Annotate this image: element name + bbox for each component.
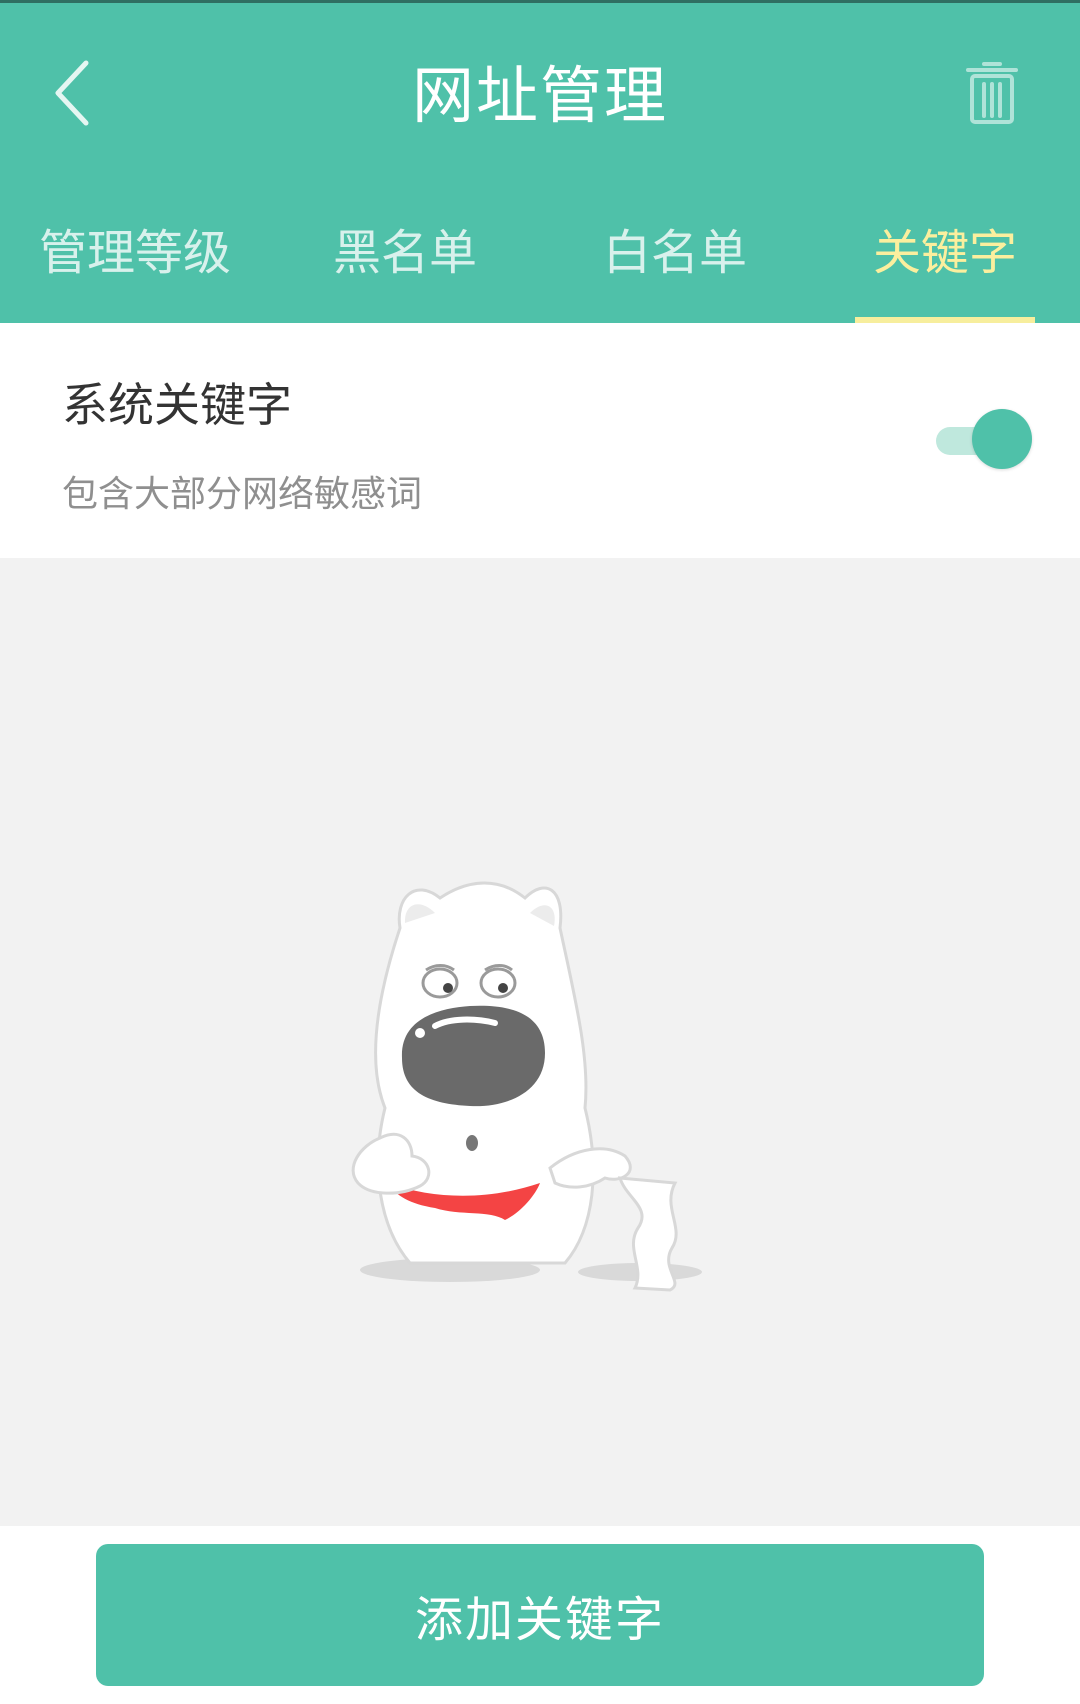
tab-label: 关键字 (872, 225, 1017, 281)
setting-subtitle: 包含大部分网络敏感词 (62, 474, 423, 515)
tab-label: 黑名单 (332, 225, 477, 281)
bottom-bar: 添加关键字 (0, 1526, 1080, 1704)
system-keyword-row: 系统关键字 包含大部分网络敏感词 (0, 323, 1080, 558)
delete-button[interactable] (942, 43, 1042, 143)
tab-management-level[interactable]: 管理等级 (0, 193, 270, 326)
system-keyword-toggle[interactable] (936, 409, 1032, 473)
tab-bar: 管理等级 黑名单 白名单 关键字 (0, 193, 1080, 326)
dog-mascot-illustration (351, 881, 702, 1292)
setting-title: 系统关键字 (62, 378, 292, 432)
tab-label: 白名单 (602, 225, 747, 281)
tab-keywords[interactable]: 关键字 (810, 193, 1080, 326)
header: 网址管理 管理等级 黑名单 白名单 关键字 (0, 0, 1080, 323)
empty-state (0, 558, 1080, 1526)
trash-icon (966, 62, 1018, 124)
tab-label: 管理等级 (38, 225, 231, 281)
page-title: 网址管理 (411, 59, 668, 132)
app: 网址管理 管理等级 黑名单 白名单 关键字 系统关键字 包含大部分网络敏感词 添… (0, 0, 1080, 1704)
toggle-knob (972, 409, 1032, 469)
tab-blacklist[interactable]: 黑名单 (270, 193, 540, 326)
add-keyword-button[interactable]: 添加关键字 (96, 1544, 984, 1686)
tab-whitelist[interactable]: 白名单 (540, 193, 810, 326)
